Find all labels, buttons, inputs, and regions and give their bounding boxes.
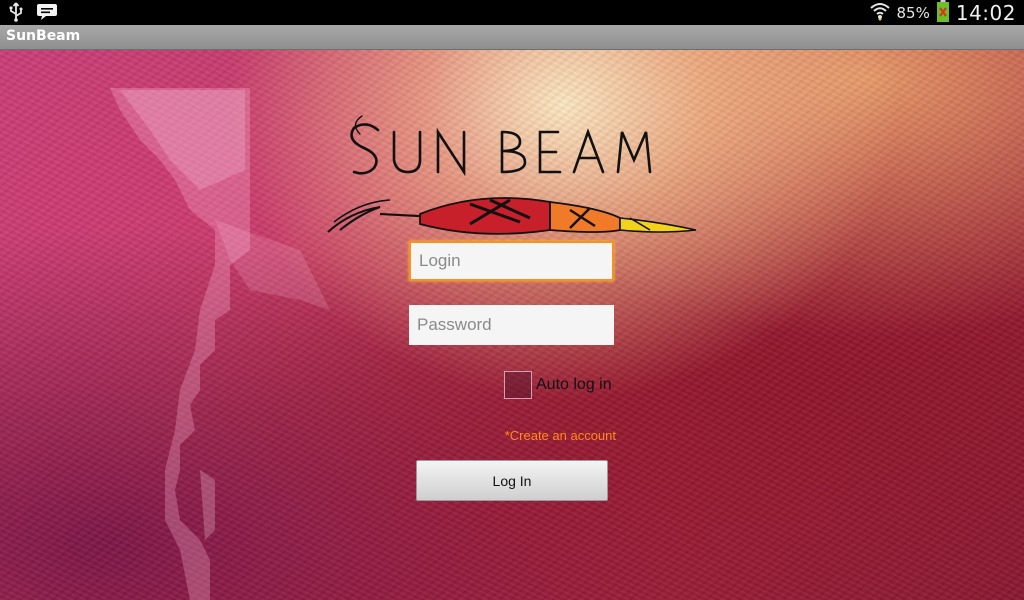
status-bar: 85% 14:02 [0,0,1024,25]
sunbeam-logo [320,102,700,242]
create-account-link[interactable]: *Create an account [505,428,616,443]
message-icon [36,2,58,26]
password-input[interactable] [409,305,614,345]
app-title: SunBeam [6,28,81,44]
clock: 14:02 [955,0,1016,25]
app-title-bar: SunBeam [0,25,1024,50]
auto-login-checkbox[interactable] [504,371,532,399]
wifi-icon [869,1,891,25]
log-in-button[interactable]: Log In [416,460,608,501]
auto-login-row[interactable]: Auto log in [504,371,612,399]
login-input[interactable] [409,241,614,281]
battery-percent: 85% [896,3,930,22]
usb-icon [8,2,24,26]
auto-login-label[interactable]: Auto log in [536,376,612,394]
battery-icon [936,0,950,26]
